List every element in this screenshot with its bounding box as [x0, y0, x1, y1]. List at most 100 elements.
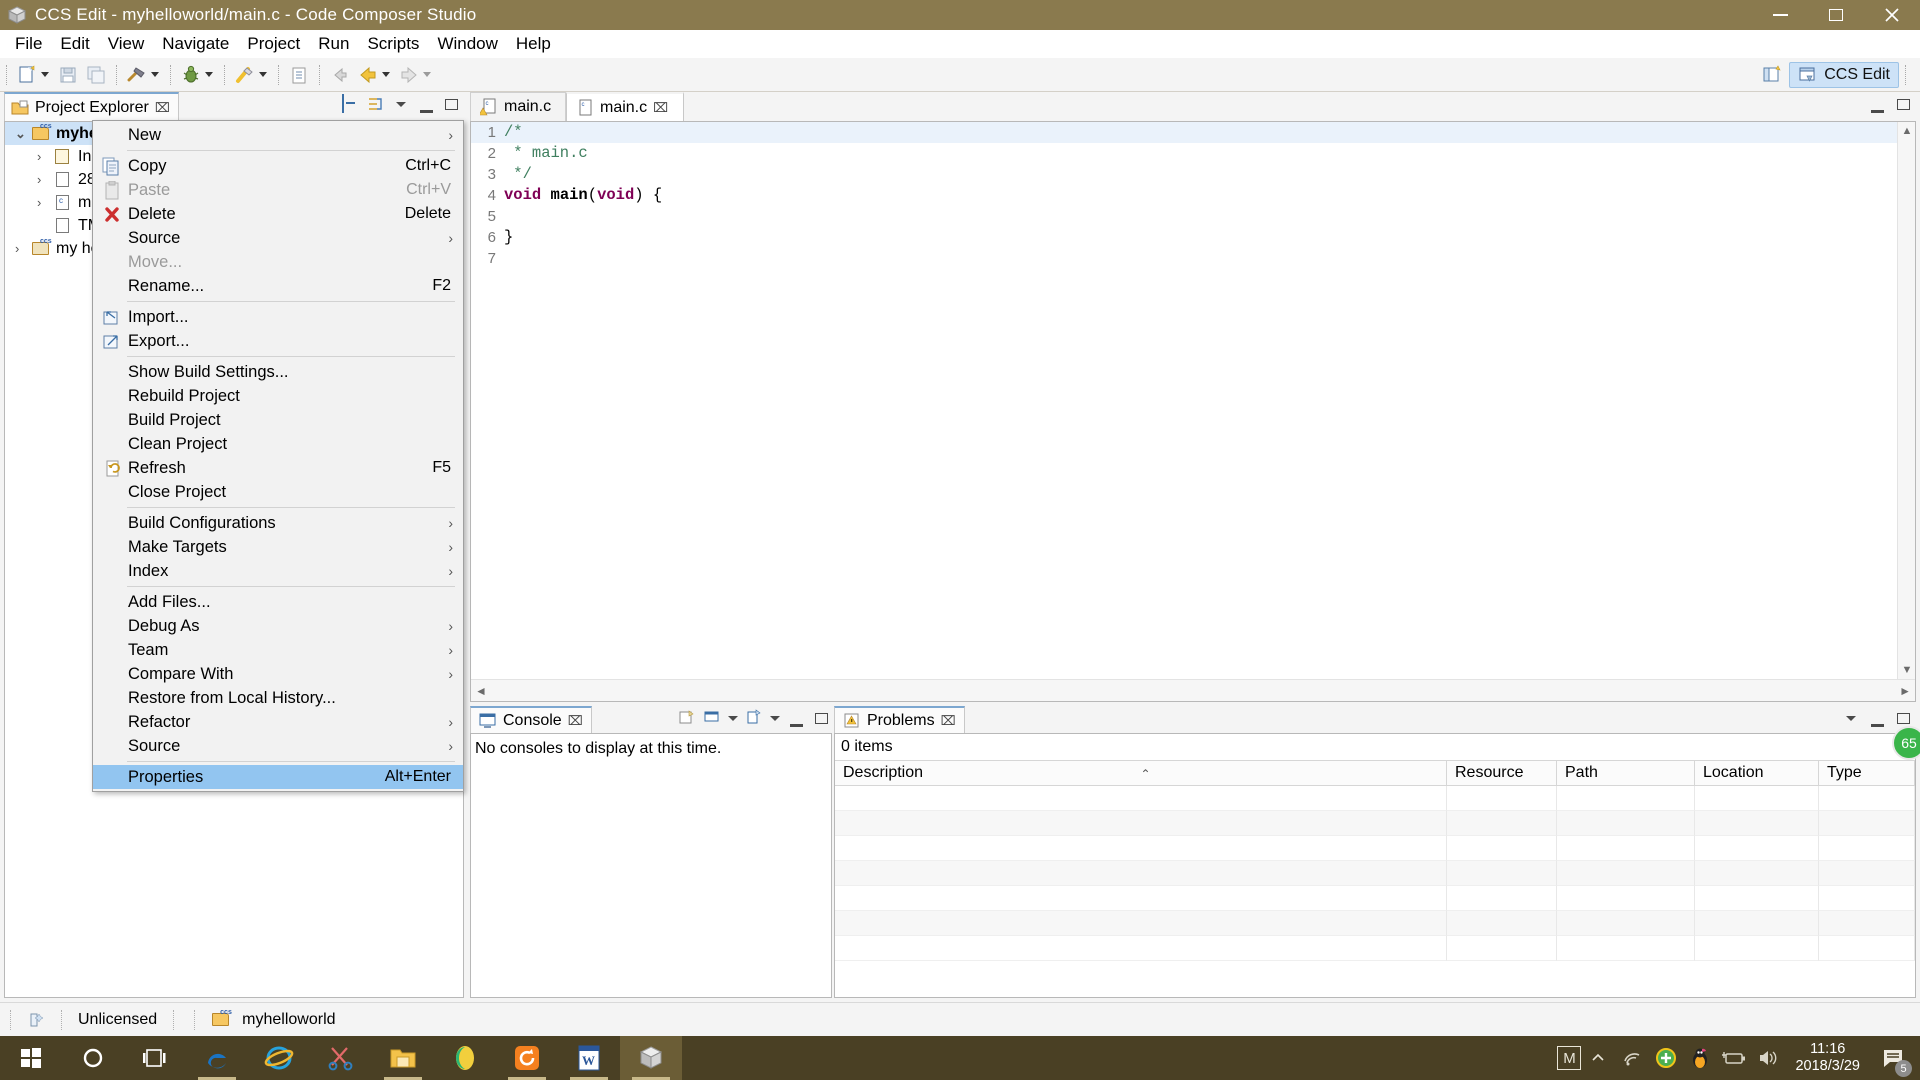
menu-scripts[interactable]: Scripts	[358, 32, 428, 56]
menu-file[interactable]: File	[6, 32, 51, 56]
table-row[interactable]	[835, 811, 1915, 836]
chevron-down-icon[interactable]	[151, 72, 159, 77]
context-menu-item-move[interactable]: Move...	[93, 250, 463, 274]
sync-button[interactable]	[496, 1036, 558, 1080]
edge-button[interactable]	[186, 1036, 248, 1080]
action-center-button[interactable]: 5	[1870, 1036, 1916, 1080]
table-row[interactable]	[835, 911, 1915, 936]
minimize-icon[interactable]	[417, 95, 435, 113]
table-row[interactable]	[835, 861, 1915, 886]
chevron-down-icon[interactable]	[423, 72, 431, 77]
context-menu-item-show-build-settings[interactable]: Show Build Settings...	[93, 360, 463, 384]
tab-project-explorer[interactable]: Project Explorer ⌧	[4, 92, 179, 121]
start-button[interactable]	[0, 1036, 62, 1080]
code-editor[interactable]: 1 /* 2 * main.c 3 */ 4 void main(void) {…	[470, 121, 1916, 702]
console-output[interactable]: No consoles to display at this time.	[470, 733, 832, 998]
chevron-down-icon[interactable]	[728, 709, 738, 727]
debug-button[interactable]	[177, 60, 218, 90]
scroll-right-arrow-icon[interactable]: ►	[1899, 684, 1911, 698]
chevron-down-icon[interactable]	[259, 72, 267, 77]
clock[interactable]: 11:16 2018/3/29	[1785, 1036, 1870, 1080]
open-perspective-icon[interactable]	[1761, 63, 1785, 87]
volume-icon[interactable]	[1751, 1036, 1785, 1080]
show-hidden-icons-button[interactable]	[1581, 1036, 1615, 1080]
task-view-button[interactable]	[124, 1036, 186, 1080]
column-header-path[interactable]: Path	[1557, 761, 1695, 785]
context-menu-item-refactor[interactable]: Refactor ›	[93, 710, 463, 734]
project-context-menu[interactable]: New › Copy Ctrl+C Paste Ctrl+V Delete De…	[92, 120, 464, 792]
link-editor-icon[interactable]	[367, 95, 385, 113]
save-button[interactable]	[54, 60, 82, 90]
save-all-button[interactable]	[82, 60, 110, 90]
table-row[interactable]	[835, 786, 1915, 811]
floating-badge[interactable]: 65	[1892, 726, 1920, 760]
word-button[interactable]: W	[558, 1036, 620, 1080]
next-button[interactable]	[395, 60, 436, 90]
context-menu-item-refresh[interactable]: Refresh F5	[93, 456, 463, 480]
scroll-left-arrow-icon[interactable]: ◄	[475, 684, 487, 698]
minimize-window-button[interactable]	[1752, 0, 1808, 30]
context-menu-item-new[interactable]: New ›	[93, 123, 463, 147]
editor-vertical-scrollbar[interactable]: ▲ ▼	[1897, 122, 1915, 679]
chevron-down-icon[interactable]: ⌄	[15, 126, 31, 142]
context-menu-item-rebuild-project[interactable]: Rebuild Project	[93, 384, 463, 408]
open-console-icon[interactable]	[745, 709, 763, 727]
ime-indicator[interactable]: M	[1557, 1046, 1582, 1070]
status-license[interactable]: Unlicensed	[72, 1011, 163, 1029]
cortana-search-button[interactable]	[62, 1036, 124, 1080]
context-menu-item-rename[interactable]: Rename... F2	[93, 274, 463, 298]
menu-run[interactable]: Run	[309, 32, 358, 56]
qq-icon[interactable]	[1683, 1036, 1717, 1080]
menu-view[interactable]: View	[99, 32, 154, 56]
context-menu-item-properties[interactable]: Properties Alt+Enter	[93, 765, 463, 789]
perspective-ccs-edit-button[interactable]: CCS Edit	[1789, 61, 1899, 88]
chevron-down-icon[interactable]	[392, 95, 410, 113]
battery-icon[interactable]	[1717, 1036, 1751, 1080]
code-lines[interactable]: 1 /* 2 * main.c 3 */ 4 void main(void) {…	[471, 122, 1897, 679]
context-menu-item-team[interactable]: Team ›	[93, 638, 463, 662]
close-icon[interactable]: ⌧	[568, 713, 583, 729]
toggle-marker-button[interactable]	[285, 60, 313, 90]
context-menu-item-clean-project[interactable]: Clean Project	[93, 432, 463, 456]
display-console-icon[interactable]	[703, 709, 721, 727]
editor-tab-main-c-2[interactable]: c main.c ⌧	[566, 92, 684, 121]
snipping-tool-button[interactable]	[310, 1036, 372, 1080]
security-icon[interactable]	[1649, 1036, 1683, 1080]
context-menu-item-delete[interactable]: Delete Delete	[93, 202, 463, 226]
internet-explorer-button[interactable]	[248, 1036, 310, 1080]
chevron-down-icon[interactable]	[41, 72, 49, 77]
close-icon[interactable]: ⌧	[941, 713, 956, 729]
chevron-down-icon[interactable]	[382, 72, 390, 77]
clear-console-icon[interactable]	[678, 709, 696, 727]
status-project[interactable]: ccs myhelloworld	[205, 1009, 341, 1029]
menu-navigate[interactable]: Navigate	[153, 32, 238, 56]
column-header-type[interactable]: Type	[1819, 761, 1915, 785]
context-menu-item-restore-from-local-history[interactable]: Restore from Local History...	[93, 686, 463, 710]
maximize-window-button[interactable]	[1808, 0, 1864, 30]
ccs-button[interactable]	[620, 1036, 682, 1080]
chevron-right-icon[interactable]: ›	[37, 172, 53, 187]
scroll-down-arrow-icon[interactable]: ▼	[1898, 661, 1916, 679]
table-row[interactable]	[835, 886, 1915, 911]
editor-horizontal-scrollbar[interactable]: ◄ ►	[471, 679, 1915, 701]
table-row[interactable]	[835, 836, 1915, 861]
chevron-right-icon[interactable]: ›	[37, 195, 53, 210]
context-menu-item-close-project[interactable]: Close Project	[93, 480, 463, 504]
context-menu-item-make-targets[interactable]: Make Targets ›	[93, 535, 463, 559]
chevron-right-icon[interactable]: ›	[37, 149, 53, 164]
context-menu-item-source[interactable]: Source ›	[93, 226, 463, 250]
maximize-icon[interactable]	[1894, 95, 1912, 113]
close-window-button[interactable]	[1864, 0, 1920, 30]
context-menu-item-export[interactable]: Export...	[93, 329, 463, 353]
menu-window[interactable]: Window	[428, 32, 506, 56]
chevron-right-icon[interactable]: ›	[15, 241, 31, 256]
context-menu-item-paste[interactable]: Paste Ctrl+V	[93, 178, 463, 202]
editor-tab-main-c-1[interactable]: c main.c	[470, 92, 566, 121]
minimize-icon[interactable]	[787, 709, 805, 727]
collapse-all-icon[interactable]	[342, 94, 360, 113]
context-menu-item-add-files[interactable]: Add Files...	[93, 590, 463, 614]
close-icon[interactable]: ⌧	[653, 100, 668, 116]
build-button[interactable]	[123, 60, 164, 90]
maximize-icon[interactable]	[442, 95, 460, 113]
network-icon[interactable]	[1615, 1036, 1649, 1080]
